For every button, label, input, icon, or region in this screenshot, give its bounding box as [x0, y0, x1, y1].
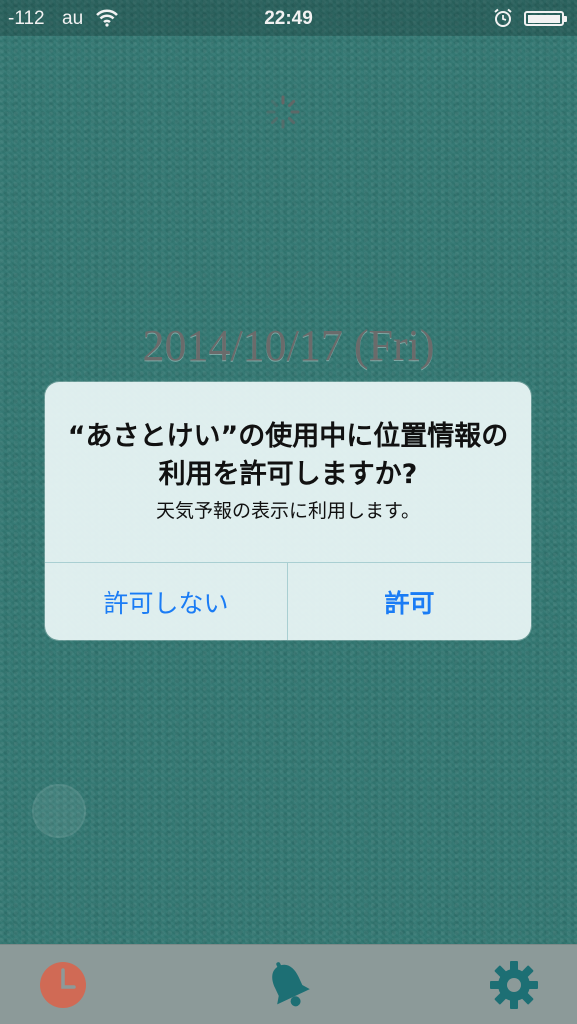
loading-spinner-icon — [266, 95, 300, 129]
gear-icon — [490, 961, 538, 1009]
faint-circle-button[interactable] — [32, 784, 86, 838]
alert-message: 天気予報の表示に利用します。 — [155, 500, 421, 522]
status-bar: -112 au 22:49 — [0, 0, 577, 36]
tab-bell[interactable] — [238, 945, 338, 1024]
date-display: 2014/10/17 (Fri) — [142, 321, 435, 370]
allow-button[interactable]: 許可 — [288, 563, 531, 640]
location-permission-alert: “あさとけい”の使用中に位置情報の利用を許可しますか? 天気予報の表示に利用しま… — [45, 382, 531, 640]
alert-button-row: 許可しない 許可 — [45, 562, 531, 640]
battery-icon — [524, 11, 567, 26]
status-time: 22:49 — [264, 8, 313, 29]
bell-icon — [272, 962, 310, 1007]
clock-icon — [40, 962, 86, 1008]
tab-bar — [0, 944, 577, 1024]
deny-button[interactable]: 許可しない — [45, 563, 288, 640]
alarm-clock-icon — [494, 8, 512, 27]
tab-settings[interactable] — [464, 945, 564, 1024]
alert-title: “あさとけい”の使用中に位置情報の利用を許可しますか? — [67, 421, 509, 490]
tab-clock[interactable] — [13, 945, 113, 1024]
